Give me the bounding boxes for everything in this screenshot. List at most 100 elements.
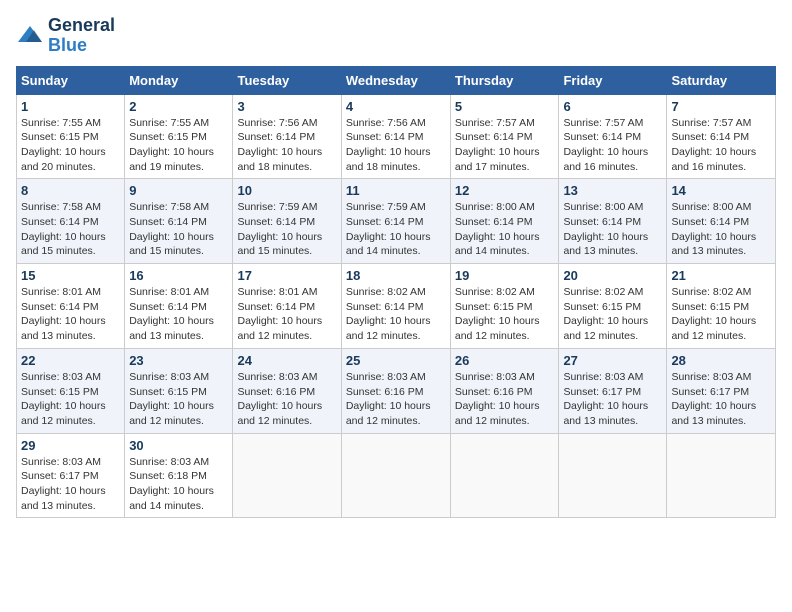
day-info: Sunrise: 8:03 AMSunset: 6:17 PMDaylight:… — [671, 370, 771, 429]
day-cell: 14 Sunrise: 8:00 AMSunset: 6:14 PMDayligh… — [667, 179, 776, 264]
logo: General Blue — [16, 16, 115, 56]
day-number: 15 — [21, 268, 120, 283]
week-row-1: 1 Sunrise: 7:55 AMSunset: 6:15 PMDaylight… — [17, 94, 776, 179]
day-cell: 29 Sunrise: 8:03 AMSunset: 6:17 PMDayligh… — [17, 433, 125, 518]
day-info: Sunrise: 7:57 AMSunset: 6:14 PMDaylight:… — [563, 116, 662, 175]
day-info: Sunrise: 8:02 AMSunset: 6:15 PMDaylight:… — [563, 285, 662, 344]
day-info: Sunrise: 8:03 AMSunset: 6:15 PMDaylight:… — [129, 370, 228, 429]
week-row-3: 15 Sunrise: 8:01 AMSunset: 6:14 PMDayligh… — [17, 264, 776, 349]
day-info: Sunrise: 7:57 AMSunset: 6:14 PMDaylight:… — [455, 116, 555, 175]
day-cell: 8Sunrise: 7:58 AMSunset: 6:14 PMDaylight… — [17, 179, 125, 264]
day-number: 13 — [563, 183, 662, 198]
day-number: 1 — [21, 99, 120, 114]
week-row-2: 8Sunrise: 7:58 AMSunset: 6:14 PMDaylight… — [17, 179, 776, 264]
day-cell: 20 Sunrise: 8:02 AMSunset: 6:15 PMDayligh… — [559, 264, 667, 349]
day-info: Sunrise: 8:03 AMSunset: 6:16 PMDaylight:… — [455, 370, 555, 429]
day-info: Sunrise: 8:02 AMSunset: 6:14 PMDaylight:… — [346, 285, 446, 344]
day-info: Sunrise: 7:58 AMSunset: 6:14 PMDaylight:… — [21, 200, 120, 259]
day-cell — [559, 433, 667, 518]
calendar-header: SundayMondayTuesdayWednesdayThursdayFrid… — [17, 66, 776, 94]
day-cell: 26 Sunrise: 8:03 AMSunset: 6:16 PMDayligh… — [450, 348, 559, 433]
day-cell: 24 Sunrise: 8:03 AMSunset: 6:16 PMDayligh… — [233, 348, 341, 433]
header-cell-saturday: Saturday — [667, 66, 776, 94]
day-number: 23 — [129, 353, 228, 368]
day-info: Sunrise: 8:03 AMSunset: 6:17 PMDaylight:… — [21, 455, 120, 514]
day-cell: 16 Sunrise: 8:01 AMSunset: 6:14 PMDayligh… — [125, 264, 233, 349]
day-cell: 18 Sunrise: 8:02 AMSunset: 6:14 PMDayligh… — [341, 264, 450, 349]
day-cell: 17 Sunrise: 8:01 AMSunset: 6:14 PMDayligh… — [233, 264, 341, 349]
day-number: 20 — [563, 268, 662, 283]
day-number: 17 — [237, 268, 336, 283]
day-cell: 15 Sunrise: 8:01 AMSunset: 6:14 PMDayligh… — [17, 264, 125, 349]
day-number: 27 — [563, 353, 662, 368]
day-number: 2 — [129, 99, 228, 114]
day-cell: 7Sunrise: 7:57 AMSunset: 6:14 PMDaylight… — [667, 94, 776, 179]
day-cell: 22Sunrise: 8:03 AMSunset: 6:15 PMDayligh… — [17, 348, 125, 433]
day-number: 29 — [21, 438, 120, 453]
day-info: Sunrise: 7:55 AMSunset: 6:15 PMDaylight:… — [129, 116, 228, 175]
header: General Blue — [16, 16, 776, 56]
day-cell: 19Sunrise: 8:02 AMSunset: 6:15 PMDayligh… — [450, 264, 559, 349]
day-number: 14 — [671, 183, 771, 198]
day-info: Sunrise: 8:01 AMSunset: 6:14 PMDaylight:… — [237, 285, 336, 344]
day-cell: 6 Sunrise: 7:57 AMSunset: 6:14 PMDaylight… — [559, 94, 667, 179]
day-cell: 21 Sunrise: 8:02 AMSunset: 6:15 PMDayligh… — [667, 264, 776, 349]
header-cell-wednesday: Wednesday — [341, 66, 450, 94]
day-cell: 4Sunrise: 7:56 AMSunset: 6:14 PMDaylight… — [341, 94, 450, 179]
logo-icon — [16, 22, 44, 50]
day-info: Sunrise: 8:02 AMSunset: 6:15 PMDaylight:… — [671, 285, 771, 344]
day-cell: 12Sunrise: 8:00 AMSunset: 6:14 PMDayligh… — [450, 179, 559, 264]
header-cell-tuesday: Tuesday — [233, 66, 341, 94]
day-info: Sunrise: 8:00 AMSunset: 6:14 PMDaylight:… — [563, 200, 662, 259]
day-cell: 11 Sunrise: 7:59 AMSunset: 6:14 PMDayligh… — [341, 179, 450, 264]
day-cell: 25Sunrise: 8:03 AMSunset: 6:16 PMDayligh… — [341, 348, 450, 433]
day-number: 22 — [21, 353, 120, 368]
calendar-body: 1 Sunrise: 7:55 AMSunset: 6:15 PMDaylight… — [17, 94, 776, 518]
day-cell: 13 Sunrise: 8:00 AMSunset: 6:14 PMDayligh… — [559, 179, 667, 264]
day-number: 28 — [671, 353, 771, 368]
day-number: 26 — [455, 353, 555, 368]
header-row: SundayMondayTuesdayWednesdayThursdayFrid… — [17, 66, 776, 94]
week-row-5: 29 Sunrise: 8:03 AMSunset: 6:17 PMDayligh… — [17, 433, 776, 518]
day-cell: 3Sunrise: 7:56 AMSunset: 6:14 PMDaylight… — [233, 94, 341, 179]
day-info: Sunrise: 7:57 AMSunset: 6:14 PMDaylight:… — [671, 116, 771, 175]
day-info: Sunrise: 7:55 AMSunset: 6:15 PMDaylight:… — [21, 116, 120, 175]
week-row-4: 22 Sunrise: 8:03 AMSunset: 6:15 PMDayligh… — [17, 348, 776, 433]
day-cell — [233, 433, 341, 518]
day-info: Sunrise: 7:59 AMSunset: 6:14 PMDaylight:… — [237, 200, 336, 259]
day-number: 10 — [237, 183, 336, 198]
day-cell — [667, 433, 776, 518]
day-cell: 2 Sunrise: 7:55 AMSunset: 6:15 PMDaylight… — [125, 94, 233, 179]
day-number: 16 — [129, 268, 228, 283]
day-number: 18 — [346, 268, 446, 283]
day-info: Sunrise: 7:59 AMSunset: 6:14 PMDaylight:… — [346, 200, 446, 259]
day-info: Sunrise: 7:56 AMSunset: 6:14 PMDaylight:… — [346, 116, 446, 175]
day-number: 3 — [237, 99, 336, 114]
day-info: Sunrise: 8:01 AMSunset: 6:14 PMDaylight:… — [21, 285, 120, 344]
day-number: 9 — [129, 183, 228, 198]
day-number: 19 — [455, 268, 555, 283]
day-info: Sunrise: 8:03 AMSunset: 6:16 PMDaylight:… — [237, 370, 336, 429]
day-info: Sunrise: 8:03 AMSunset: 6:17 PMDaylight:… — [563, 370, 662, 429]
day-info: Sunrise: 8:03 AMSunset: 6:16 PMDaylight:… — [346, 370, 446, 429]
day-cell: 1 Sunrise: 7:55 AMSunset: 6:15 PMDaylight… — [17, 94, 125, 179]
day-cell: 23 Sunrise: 8:03 AMSunset: 6:15 PMDayligh… — [125, 348, 233, 433]
day-cell: 10 Sunrise: 7:59 AMSunset: 6:14 PMDayligh… — [233, 179, 341, 264]
day-number: 21 — [671, 268, 771, 283]
header-cell-monday: Monday — [125, 66, 233, 94]
day-number: 24 — [237, 353, 336, 368]
day-cell: 27 Sunrise: 8:03 AMSunset: 6:17 PMDayligh… — [559, 348, 667, 433]
day-info: Sunrise: 8:00 AMSunset: 6:14 PMDaylight:… — [671, 200, 771, 259]
day-cell: 9 Sunrise: 7:58 AMSunset: 6:14 PMDaylight… — [125, 179, 233, 264]
logo-text: General Blue — [48, 16, 115, 56]
day-info: Sunrise: 8:03 AMSunset: 6:18 PMDaylight:… — [129, 455, 228, 514]
day-number: 6 — [563, 99, 662, 114]
day-cell: 28 Sunrise: 8:03 AMSunset: 6:17 PMDayligh… — [667, 348, 776, 433]
day-info: Sunrise: 7:58 AMSunset: 6:14 PMDaylight:… — [129, 200, 228, 259]
day-number: 11 — [346, 183, 446, 198]
calendar-table: SundayMondayTuesdayWednesdayThursdayFrid… — [16, 66, 776, 519]
day-info: Sunrise: 8:01 AMSunset: 6:14 PMDaylight:… — [129, 285, 228, 344]
day-cell: 30Sunrise: 8:03 AMSunset: 6:18 PMDayligh… — [125, 433, 233, 518]
day-cell — [450, 433, 559, 518]
day-number: 5 — [455, 99, 555, 114]
